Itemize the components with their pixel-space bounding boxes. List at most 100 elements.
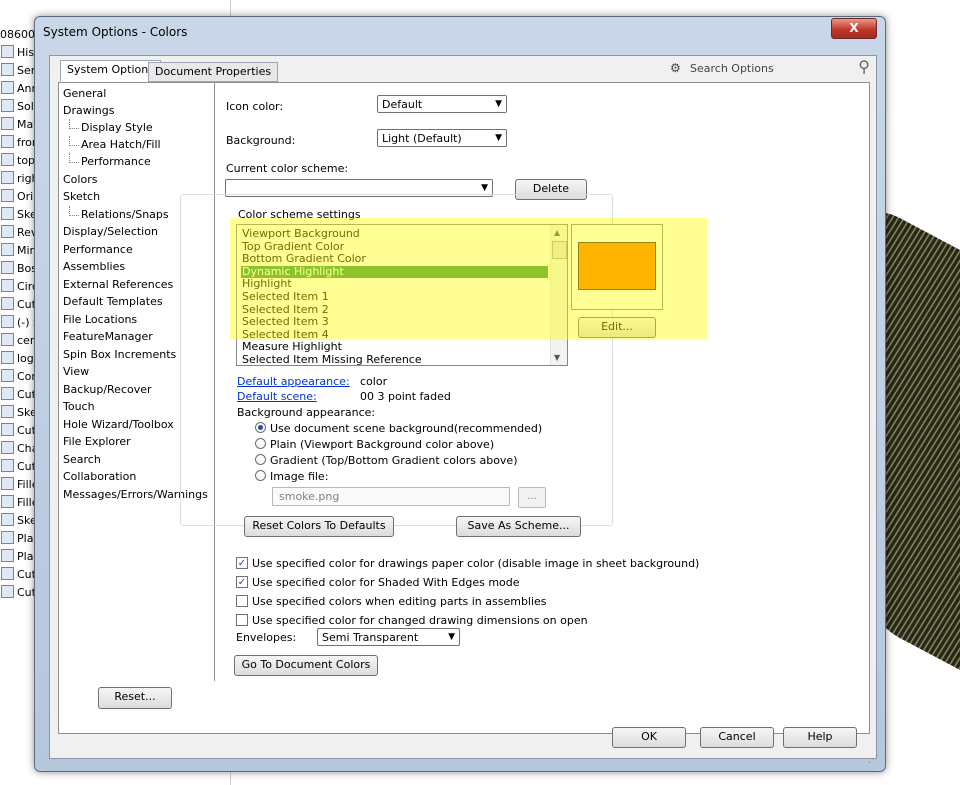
sketch-icon [1, 405, 14, 418]
envelopes-select[interactable]: Semi Transparent ▼ [317, 628, 460, 646]
plane-icon [1, 531, 14, 544]
checkbox-label: Use specified colors when editing parts … [252, 595, 547, 608]
tab-system-options[interactable]: System Options [60, 60, 161, 82]
search-icon[interactable]: ⚲ [858, 57, 870, 76]
checkbox-shaded-with-edges[interactable]: ✓ [236, 576, 248, 588]
radio-label: Use document scene background(recommende… [270, 422, 543, 435]
search-options[interactable]: ⚙ Search Options ⚲ [670, 57, 870, 77]
feature-icon [1, 333, 14, 346]
nav-item-default-templates[interactable]: Default Templates [63, 293, 163, 310]
chamfer-icon [1, 441, 14, 454]
cut-icon [1, 459, 14, 472]
feature-icon [1, 369, 14, 382]
radio-image-file[interactable] [255, 470, 266, 481]
sketch-icon [1, 207, 14, 220]
help-button[interactable]: Help [783, 727, 857, 748]
nav-item-drawings[interactable]: Drawings [63, 102, 114, 119]
reset-colors-button[interactable]: Reset Colors To Defaults [244, 516, 394, 537]
dropdown-arrow-icon: ▼ [495, 133, 502, 143]
checkbox-changed-dimensions[interactable] [236, 614, 248, 626]
nav-item-drawings-performance[interactable]: Performance [69, 153, 151, 170]
fillet-icon [1, 477, 14, 490]
default-scene-link[interactable]: Default scene: [237, 390, 317, 403]
radio-label: Image file: [270, 470, 329, 483]
cancel-button[interactable]: Cancel [700, 727, 774, 748]
nav-item-touch[interactable]: Touch [63, 398, 95, 415]
plane-icon [1, 549, 14, 562]
nav-item-file-locations[interactable]: File Locations [63, 311, 137, 328]
default-scene-value: 00 3 point faded [360, 390, 451, 403]
icon-color-select[interactable]: Default ▼ [377, 95, 507, 113]
annotation-icon [1, 81, 14, 94]
radio-document-scene[interactable] [255, 422, 266, 433]
history-icon [1, 45, 14, 58]
nav-item-sketch[interactable]: Sketch [63, 188, 100, 205]
nav-item-performance[interactable]: Performance [63, 241, 133, 258]
radio-plain[interactable] [255, 438, 266, 449]
browse-button[interactable]: ... [518, 487, 546, 508]
radio-gradient[interactable] [255, 454, 266, 465]
revolve-icon [1, 225, 14, 238]
boss-icon [1, 261, 14, 274]
radio-label: Plain (Viewport Background color above) [270, 438, 495, 451]
nav-item-backup-recover[interactable]: Backup/Recover [63, 381, 152, 398]
nav-item-display-selection[interactable]: Display/Selection [63, 223, 158, 240]
dialog-title: System Options - Colors [43, 25, 188, 39]
nav-item-relations-snaps[interactable]: Relations/Snaps [69, 206, 169, 223]
cut-icon [1, 585, 14, 598]
nav-item-view[interactable]: View [63, 363, 89, 380]
checkbox-label: Use specified color for drawings paper c… [252, 557, 700, 570]
icon-color-value: Default [382, 98, 423, 111]
nav-item-area-hatch-fill[interactable]: Area Hatch/Fill [69, 136, 161, 153]
circular-pattern-icon [1, 279, 14, 292]
list-item[interactable]: Selected Item Missing Reference [241, 353, 548, 365]
background-value: Light (Default) [382, 132, 462, 145]
plane-icon [1, 135, 14, 148]
plane-icon [1, 171, 14, 184]
default-appearance-link[interactable]: Default appearance: [237, 375, 350, 388]
envelopes-label: Envelopes: [236, 631, 297, 644]
nav-item-search[interactable]: Search [63, 451, 101, 468]
sketch-icon [1, 315, 14, 328]
gear-icon: ⚙ [670, 61, 681, 75]
image-file-field[interactable]: smoke.png [272, 487, 510, 506]
dropdown-arrow-icon: ▼ [495, 99, 502, 109]
envelopes-value: Semi Transparent [322, 631, 419, 644]
search-options-label: Search Options [690, 62, 774, 75]
checkbox-label: Use specified color for Shaded With Edge… [252, 576, 520, 589]
nav-item-file-explorer[interactable]: File Explorer [63, 433, 131, 450]
nav-item-collaboration[interactable]: Collaboration [63, 468, 136, 485]
go-to-document-colors-button[interactable]: Go To Document Colors [234, 655, 378, 676]
material-icon [1, 117, 14, 130]
tab-document-properties[interactable]: Document Properties [148, 62, 279, 82]
default-appearance-value: color [360, 375, 388, 388]
checkbox-editing-parts[interactable] [236, 595, 248, 607]
nav-item-external-references[interactable]: External References [63, 276, 173, 293]
background-select[interactable]: Light (Default) ▼ [377, 129, 507, 147]
mirror-icon [1, 243, 14, 256]
origin-icon [1, 189, 14, 202]
nav-item-colors[interactable]: Colors [63, 171, 97, 188]
checkbox-drawings-paper-color[interactable]: ✓ [236, 557, 248, 569]
dropdown-arrow-icon: ▼ [448, 632, 455, 642]
cut-icon [1, 387, 14, 400]
nav-item-display-style[interactable]: Display Style [69, 119, 153, 136]
nav-item-general[interactable]: General [63, 85, 106, 102]
checkbox-label: Use specified color for changed drawing … [252, 614, 588, 627]
feature-icon [1, 351, 14, 364]
resize-gripper-icon[interactable]: ⋰ [868, 754, 878, 765]
ok-button[interactable]: OK [612, 727, 686, 748]
nav-item-assemblies[interactable]: Assemblies [63, 258, 125, 275]
radio-label: Gradient (Top/Bottom Gradient colors abo… [270, 454, 518, 467]
nav-item-spin-box-increments[interactable]: Spin Box Increments [63, 346, 176, 363]
close-button[interactable]: X [831, 18, 877, 39]
nav-item-featuremanager[interactable]: FeatureManager [63, 328, 153, 345]
scroll-down-icon[interactable]: ▼ [554, 353, 560, 362]
reset-button[interactable]: Reset... [98, 687, 172, 709]
background-appearance-label: Background appearance: [237, 406, 376, 419]
current-color-scheme-label: Current color scheme: [226, 162, 349, 175]
save-as-scheme-button[interactable]: Save As Scheme... [456, 516, 581, 537]
nav-item-hole-wizard-toolbox[interactable]: Hole Wizard/Toolbox [63, 416, 174, 433]
solid-body-icon [1, 99, 14, 112]
yellow-highlight-annotation [230, 218, 707, 340]
